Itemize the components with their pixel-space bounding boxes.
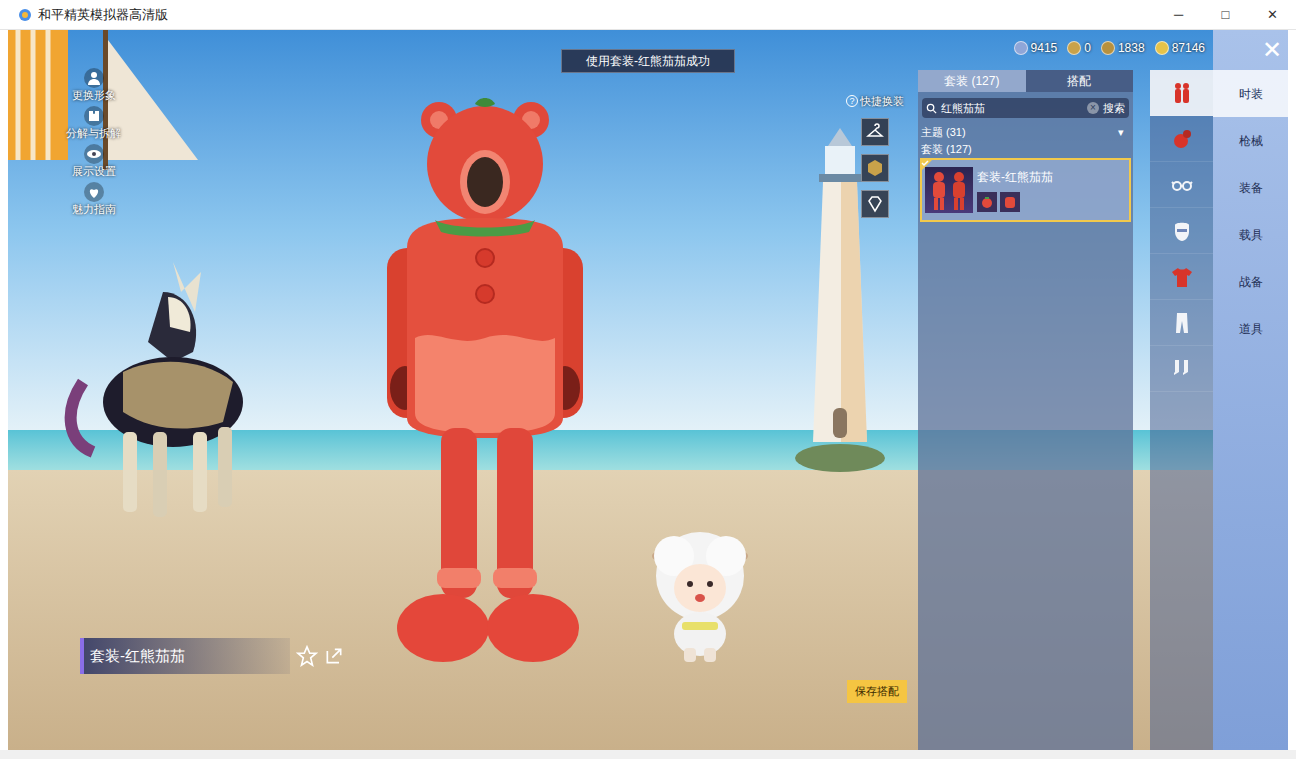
diamond-icon (866, 195, 884, 213)
character-figure (379, 98, 591, 663)
clear-search-button[interactable]: × (1087, 102, 1099, 114)
category-column (1150, 30, 1213, 750)
panel-tab[interactable]: 搭配 (1026, 70, 1134, 92)
costume-icon (1003, 195, 1017, 209)
nav-tab[interactable]: 时装 (1213, 70, 1288, 117)
currency: 1838 (1101, 39, 1145, 57)
side-menu: 更换形象分解与拆解展示设置魅力指南 (66, 68, 121, 216)
item-icon (1170, 127, 1194, 151)
outfit-figure-icon (950, 171, 968, 211)
quick-change-button[interactable] (861, 190, 889, 218)
nav-tab[interactable]: 战备 (1213, 258, 1288, 305)
currency-icon (1014, 41, 1028, 55)
category-tab[interactable] (1150, 346, 1213, 392)
save-outfit-button[interactable]: 保存搭配 (847, 680, 907, 703)
badge-icon (866, 159, 884, 177)
category-tab[interactable] (1150, 70, 1213, 116)
main-row: 使用套装-红熊茄茄成功更换形象分解与拆解展示设置魅力指南 ?快捷换装套装-红熊茄茄… (0, 30, 1296, 750)
game-layout: 使用套装-红熊茄茄成功更换形象分解与拆解展示设置魅力指南 ?快捷换装套装-红熊茄茄… (8, 30, 1288, 750)
person-icon (86, 70, 102, 86)
nav-tab[interactable]: 枪械 (1213, 117, 1288, 164)
currency-bar: 9415 0 1838 87146 (1014, 39, 1205, 57)
selected-check-icon (920, 158, 934, 172)
outfit-part-thumb (977, 192, 997, 212)
currency: 9415 (1014, 39, 1058, 57)
category-tab[interactable] (1150, 116, 1213, 162)
toast-message: 使用套装-红熊茄茄成功 (561, 49, 735, 73)
quick-change-button[interactable] (861, 118, 889, 146)
quick-change: ?快捷换装 (846, 93, 904, 218)
search-button[interactable]: 搜索 (1103, 100, 1125, 117)
nav-tab[interactable]: 载具 (1213, 211, 1288, 258)
search-field[interactable]: 红熊茄茄×搜索 (922, 98, 1129, 118)
game-view: 使用套装-红熊茄茄成功更换形象分解与拆解展示设置魅力指南 ?快捷换装套装-红熊茄茄… (8, 30, 1288, 750)
category-tab[interactable] (1150, 162, 1213, 208)
title-bar: 和平精英模拟器高清版 ─□✕ (0, 0, 1296, 30)
nav-tab[interactable]: 装备 (1213, 164, 1288, 211)
charm-icon (86, 184, 102, 200)
window-controls: ─□✕ (1155, 0, 1296, 29)
suit-icon (1170, 81, 1194, 105)
outfit-name: 套装-红熊茄茄 (80, 638, 290, 674)
panel-tab[interactable]: 套装 (127) (918, 70, 1026, 92)
horse-mount (63, 262, 263, 532)
outfit-panel: 套装 (127)搭配红熊茄茄×搜索主题 (31)▾套装 (127)套装-红熊茄茄 (918, 70, 1133, 750)
outfit-card[interactable]: 套装-红熊茄茄 (920, 158, 1131, 222)
window-control-button[interactable]: □ (1202, 0, 1249, 29)
currency-icon (1155, 41, 1169, 55)
side-menu-item[interactable]: 分解与拆解 (66, 106, 121, 140)
tomato-icon (980, 195, 994, 209)
share-icon[interactable] (324, 646, 344, 666)
panel-tabs: 套装 (127)搭配 (918, 70, 1133, 92)
side-menu-item[interactable]: 魅力指南 (72, 182, 116, 216)
mask-icon (1170, 219, 1194, 243)
section-label: 套装 (127) (918, 141, 1133, 158)
category-tab[interactable] (1150, 300, 1213, 346)
window-control-button[interactable]: ─ (1155, 0, 1202, 29)
left-edge (0, 30, 8, 750)
eye-icon (86, 146, 102, 162)
currency: 0 (1067, 39, 1091, 57)
category-tab[interactable] (1150, 254, 1213, 300)
pants-icon (1170, 311, 1194, 335)
nav-tab[interactable]: 道具 (1213, 305, 1288, 352)
side-menu-item[interactable]: 更换形象 (72, 68, 116, 102)
hanger-icon (866, 123, 884, 141)
main-nav: ✕ 时装枪械装备载具战备道具 (1213, 30, 1288, 750)
window-title: 和平精英模拟器高清版 (38, 5, 168, 25)
category-list (1150, 70, 1213, 750)
bottom-edge (0, 750, 1296, 759)
outfit-panel-wrap: 套装 (127)搭配红熊茄茄×搜索主题 (31)▾套装 (127)套装-红熊茄茄 (918, 30, 1150, 750)
outfit-part-thumb (1000, 192, 1020, 212)
close-button[interactable]: ✕ (1262, 37, 1282, 63)
sheep-pet (644, 526, 756, 666)
theme-filter[interactable]: 主题 (31)▾ (918, 124, 1133, 141)
outfit-card-name: 套装-红熊茄茄 (977, 168, 1053, 186)
app-logo-icon (18, 8, 32, 22)
category-tab[interactable] (1150, 208, 1213, 254)
currency-icon (1101, 41, 1115, 55)
outfit-nameplate: 套装-红熊茄茄 (80, 638, 344, 674)
window-control-button[interactable]: ✕ (1249, 0, 1296, 29)
outfit-figure-icon (930, 171, 948, 211)
search-icon (926, 103, 937, 114)
right-edge (1288, 30, 1296, 750)
scene: 使用套装-红熊茄茄成功更换形象分解与拆解展示设置魅力指南 ?快捷换装套装-红熊茄茄… (8, 30, 918, 750)
currency: 87146 (1155, 39, 1205, 57)
star-icon[interactable] (296, 645, 318, 667)
side-menu-item[interactable]: 展示设置 (72, 144, 116, 178)
emulator-window: 和平精英模拟器高清版─□✕使用套装-红熊茄茄成功更换形象分解与拆解展示设置魅力指… (0, 0, 1296, 759)
quick-change-button[interactable] (861, 154, 889, 182)
shoes-icon (1170, 357, 1194, 381)
outfit-thumbnail (925, 167, 973, 213)
shirt-icon (1170, 265, 1194, 289)
puzzle-icon (86, 108, 102, 124)
quick-change-label[interactable]: ?快捷换装 (846, 93, 904, 110)
currency-icon (1067, 41, 1081, 55)
glasses-icon (1170, 173, 1194, 197)
